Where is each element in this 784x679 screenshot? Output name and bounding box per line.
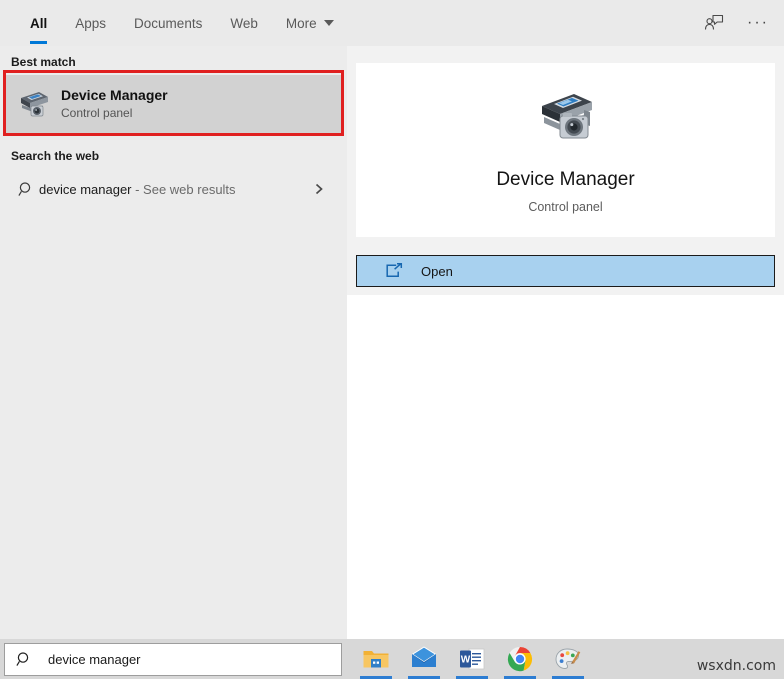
taskbar-item-word[interactable]: W (448, 639, 496, 679)
best-match-title: Device Manager (61, 87, 168, 104)
chevron-right-icon[interactable] (313, 182, 325, 196)
search-the-web-header: Search the web (11, 149, 100, 163)
best-match-header: Best match (11, 55, 76, 69)
tab-more[interactable]: More (272, 0, 348, 46)
tab-all[interactable]: All (16, 0, 61, 46)
tab-apps-label: Apps (75, 15, 107, 31)
word-icon: W (460, 648, 485, 670)
tab-documents[interactable]: Documents (120, 0, 216, 46)
chrome-icon (507, 647, 533, 672)
tab-more-label: More (285, 15, 317, 31)
tab-web[interactable]: Web (216, 0, 272, 46)
svg-text:W: W (461, 654, 471, 665)
search-results-pane: Best match Device Manager Control panel … (0, 46, 347, 639)
screen: All Apps Documents Web More ··· Best mat… (0, 0, 784, 679)
app-preview-pane: Device Manager Control panel Open (347, 46, 784, 639)
preview-app-title: Device Manager (496, 169, 635, 191)
start-search-flyout: All Apps Documents Web More ··· Best mat… (0, 0, 784, 639)
preview-pane-filler (347, 295, 784, 639)
more-options-button[interactable]: ··· (738, 3, 778, 43)
result-item-web-search[interactable]: device manager - See web results (4, 169, 343, 209)
best-match-subtitle: Control panel (61, 106, 133, 121)
search-icon (13, 181, 39, 198)
feedback-person-icon (704, 14, 724, 30)
web-result-label: device manager - See web results (39, 182, 313, 197)
web-result-query: device manager (39, 181, 132, 197)
best-match-text: Device Manager Control panel (61, 86, 168, 122)
taskbar-item-chrome[interactable] (496, 639, 544, 679)
preview-app-subtitle: Control panel (528, 199, 603, 214)
tab-documents-label: Documents (134, 15, 203, 31)
feedback-button[interactable] (694, 3, 734, 43)
device-manager-large-icon (530, 86, 602, 146)
paint-icon (555, 648, 581, 669)
header-actions: ··· (694, 0, 778, 46)
chevron-down-icon (323, 20, 334, 26)
best-match-wrapper: Device Manager Control panel (3, 70, 344, 136)
device-manager-icon (13, 84, 53, 124)
web-result-suffix: - See web results (131, 181, 236, 197)
open-external-icon (385, 263, 407, 279)
taskbar-item-file-explorer[interactable] (352, 639, 400, 679)
taskbar-item-mail[interactable] (400, 639, 448, 679)
result-item-device-manager[interactable]: Device Manager Control panel (4, 75, 343, 133)
taskbar-item-paint[interactable] (544, 639, 592, 679)
search-input[interactable]: device manager (48, 652, 141, 667)
app-hero-card: Device Manager Control panel (356, 63, 775, 237)
taskbar-app-buttons: W (352, 639, 592, 679)
open-action-label: Open (421, 263, 453, 279)
taskbar: device manager W wsxdn.com (0, 639, 784, 679)
search-filter-tabbar: All Apps Documents Web More ··· (0, 0, 784, 46)
search-icon (16, 651, 38, 668)
tab-web-label: Web (230, 15, 258, 31)
taskbar-search-box[interactable]: device manager (4, 643, 342, 676)
watermark: wsxdn.com (696, 658, 776, 674)
tab-all-label: All (30, 15, 48, 31)
mail-icon (412, 646, 436, 667)
file-explorer-icon (363, 651, 389, 668)
ellipsis-icon: ··· (747, 14, 769, 31)
open-action-button[interactable]: Open (356, 255, 775, 287)
tab-apps[interactable]: Apps (61, 0, 120, 46)
